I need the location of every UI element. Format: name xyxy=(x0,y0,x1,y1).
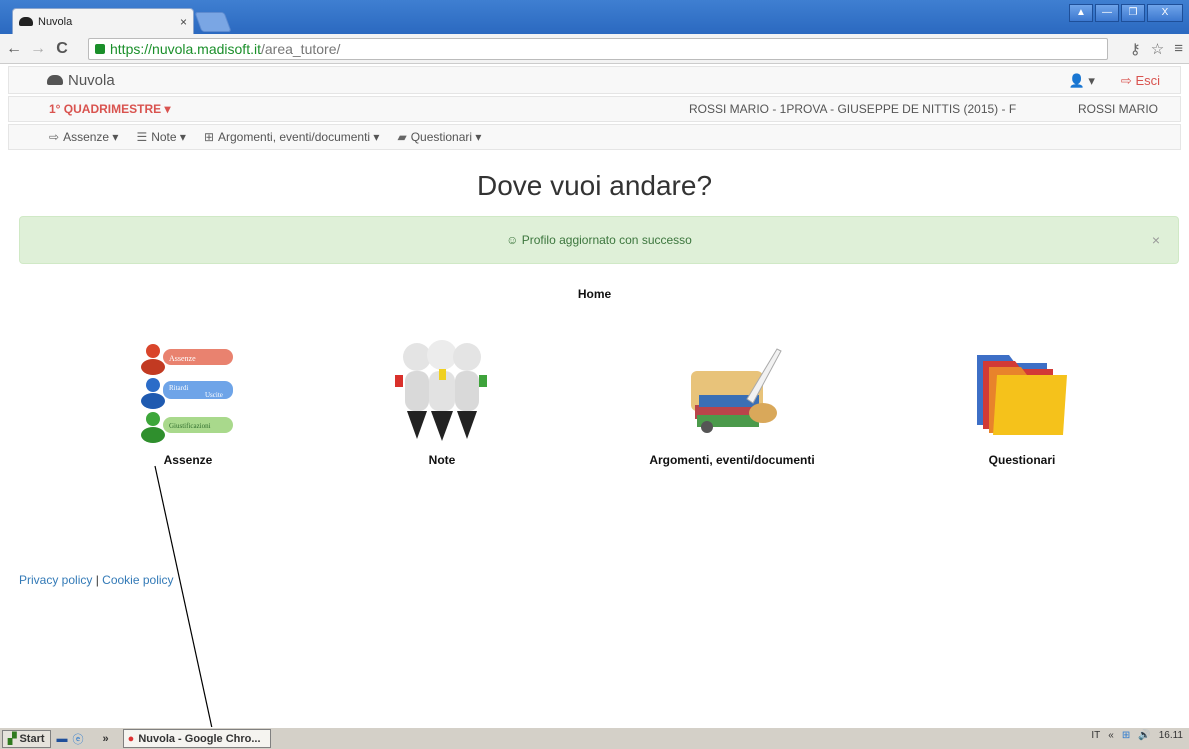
start-button[interactable]: ▞ Start xyxy=(2,729,51,748)
clock[interactable]: 16.11 xyxy=(1159,730,1183,741)
taskbar-app-label: Nuvola - Google Chro... xyxy=(138,732,261,745)
taskbar-app-chrome[interactable]: ● Nuvola - Google Chro... xyxy=(122,729,271,748)
network-icon[interactable]: ⊞ xyxy=(1122,730,1130,741)
taskbar: ▞ Start ▬ ⓔ » ● Nuvola - Google Chro... … xyxy=(0,727,1189,749)
windows-logo-icon: ▞ xyxy=(8,733,17,745)
language-indicator[interactable]: IT xyxy=(1091,730,1100,741)
system-tray: IT « ⊞ 🔊 16.11 xyxy=(1091,730,1183,741)
internet-explorer-icon[interactable]: ⓔ xyxy=(73,731,84,747)
volume-icon[interactable]: 🔊 xyxy=(1138,730,1150,741)
quick-launch: ▬ ⓔ » xyxy=(57,731,109,747)
annotation-line xyxy=(154,465,216,743)
desktop-icon[interactable]: ▬ xyxy=(57,733,68,745)
start-label: Start xyxy=(19,732,45,745)
chrome-icon: ● xyxy=(127,732,135,745)
quick-launch-chevron[interactable]: » xyxy=(103,733,109,745)
tray-chevron[interactable]: « xyxy=(1108,730,1114,741)
